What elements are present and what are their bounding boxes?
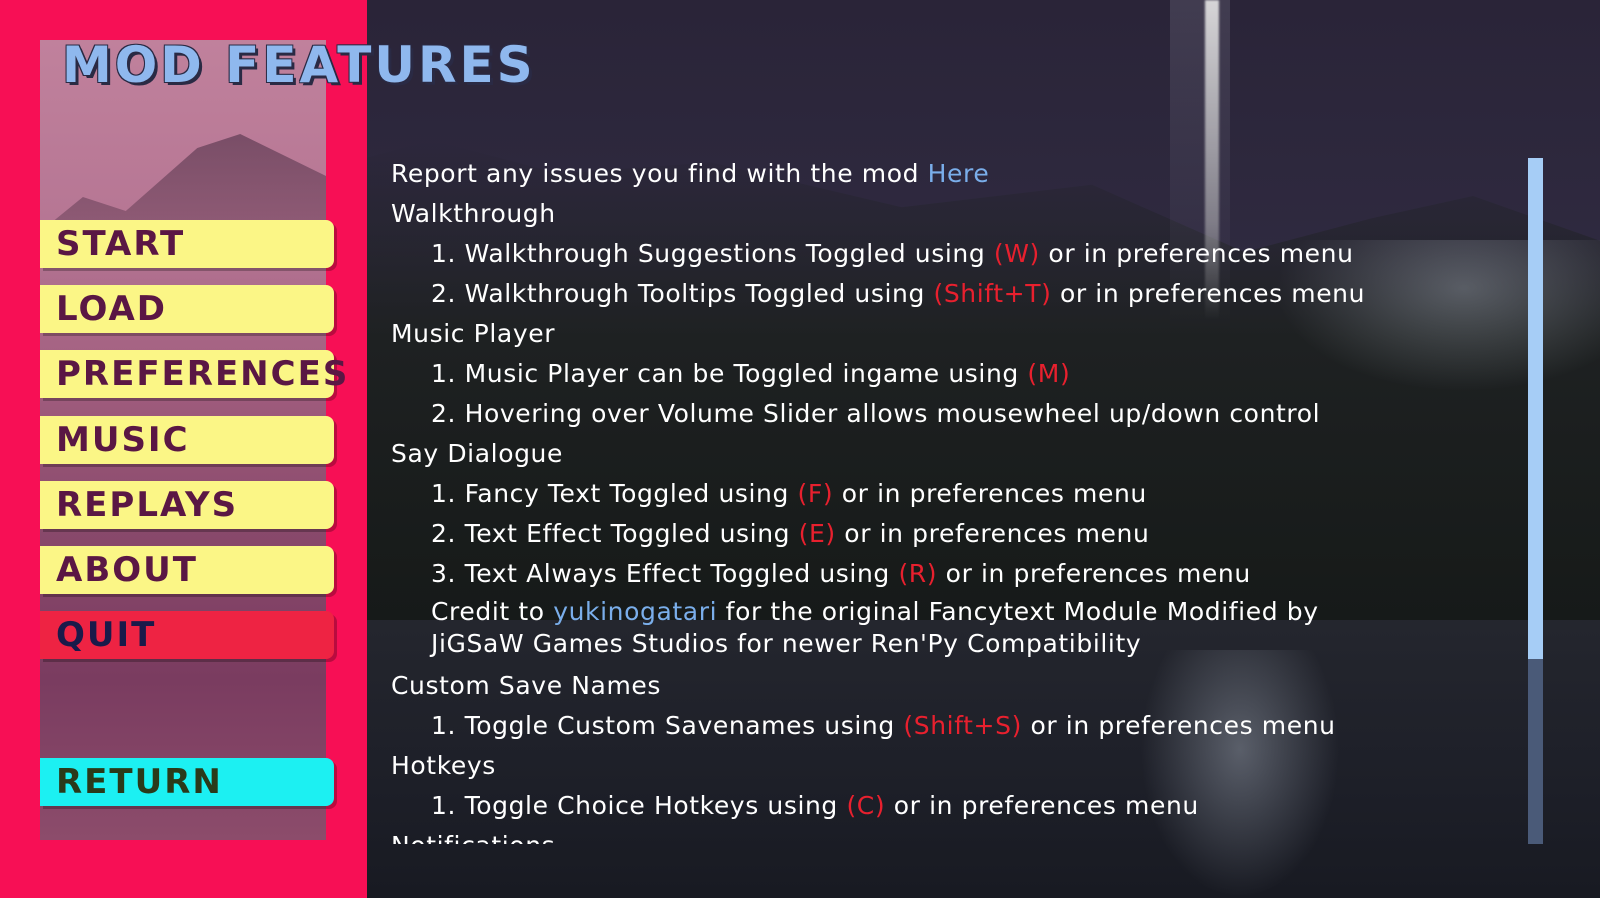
hotkey-label: (M) — [1027, 359, 1071, 388]
say-dialogue-item-3: 3. Text Always Effect Toggled using (R) … — [431, 559, 1251, 588]
hotkey-label: (Shift+S) — [903, 711, 1022, 740]
about-button[interactable]: ABOUT — [40, 546, 334, 594]
hotkey-label: (Shift+T) — [933, 279, 1052, 308]
music-button[interactable]: MUSIC — [40, 416, 334, 464]
replays-button[interactable]: REPLAYS — [40, 481, 334, 529]
section-heading-walkthrough: Walkthrough — [391, 199, 556, 228]
left-frame-bottom — [0, 840, 367, 898]
load-button[interactable]: LOAD — [40, 285, 334, 333]
music-player-item-1: 1. Music Player can be Toggled ingame us… — [431, 359, 1071, 388]
report-here-link[interactable]: Here — [928, 159, 990, 188]
hotkey-label: (R) — [898, 559, 938, 588]
music-player-item-2: 2. Hovering over Volume Slider allows mo… — [431, 399, 1321, 428]
say-dialogue-item-1: 1. Fancy Text Toggled using (F) or in pr… — [431, 479, 1147, 508]
hotkey-label: (E) — [798, 519, 836, 548]
start-button[interactable]: START — [40, 220, 334, 268]
quit-button[interactable]: QUIT — [40, 611, 334, 659]
page-title: MOD FEATURES — [62, 36, 536, 94]
yukinogatari-link[interactable]: yukinogatari — [553, 597, 717, 626]
credit-line-2: JiGSaW Games Studios for newer Ren'Py Co… — [431, 629, 1142, 658]
section-heading-hotkeys: Hotkeys — [391, 751, 496, 780]
section-heading-notifications: Notifications — [391, 828, 1511, 844]
return-button[interactable]: RETURN — [40, 758, 334, 806]
section-heading-custom-save-names: Custom Save Names — [391, 671, 662, 700]
credit-line-1: Credit to yukinogatari for the original … — [431, 597, 1319, 626]
section-heading-say-dialogue: Say Dialogue — [391, 439, 563, 468]
scrollbar-thumb[interactable] — [1528, 158, 1543, 659]
preferences-button[interactable]: PREFERENCES — [40, 350, 347, 398]
report-line: Report any issues you find with the mod … — [391, 159, 990, 188]
hotkeys-item-1: 1. Toggle Choice Hotkeys using (C) or in… — [431, 791, 1199, 820]
hotkey-label: (W) — [993, 239, 1040, 268]
say-dialogue-item-2: 2. Text Effect Toggled using (E) or in p… — [431, 519, 1150, 548]
walkthrough-item-1: 1. Walkthrough Suggestions Toggled using… — [431, 239, 1354, 268]
custom-save-item-1: 1. Toggle Custom Savenames using (Shift+… — [431, 711, 1336, 740]
walkthrough-item-2: 2. Walkthrough Tooltips Toggled using (S… — [431, 279, 1366, 308]
mod-features-content[interactable]: Report any issues you find with the mod … — [391, 156, 1511, 844]
hotkey-label: (F) — [797, 479, 834, 508]
hotkey-label: (C) — [846, 791, 886, 820]
section-heading-music-player: Music Player — [391, 319, 556, 348]
